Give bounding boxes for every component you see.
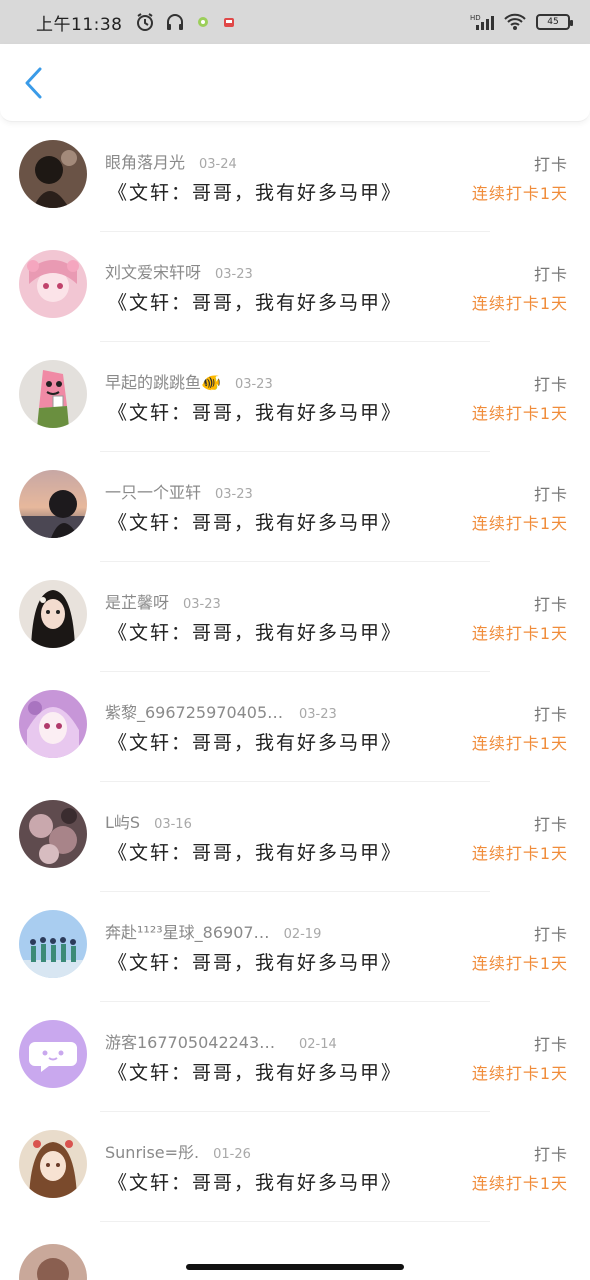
- checkin-label: 打卡: [533, 1145, 568, 1164]
- alarm-icon: [135, 12, 155, 32]
- avatar[interactable]: [19, 800, 87, 868]
- username[interactable]: 紫黎_6967259704057…: [105, 699, 285, 723]
- avatar[interactable]: [19, 470, 87, 538]
- book-title[interactable]: 《文轩：哥哥，我有好多马甲》: [108, 948, 402, 975]
- item-meta: 是芷馨呀 03-23: [105, 589, 221, 613]
- date: 03-23: [215, 487, 253, 502]
- streak-label: 连续打卡1天: [471, 734, 568, 753]
- back-button[interactable]: [16, 66, 50, 100]
- status-icons-left: [135, 12, 237, 32]
- avatar[interactable]: [19, 910, 87, 978]
- item-meta: 刘文爱宋轩呀 03-23: [105, 259, 253, 283]
- wifi-icon: [504, 13, 526, 31]
- streak-label: 连续打卡1天: [471, 184, 568, 203]
- avatar[interactable]: [19, 1020, 87, 1088]
- app-header: [0, 44, 590, 122]
- checkin-label: 打卡: [533, 1035, 568, 1054]
- checkin-label: 打卡: [533, 815, 568, 834]
- item-meta: 早起的跳跳鱼🐠 03-23: [105, 369, 273, 393]
- hd-signal-icon: HD: [470, 13, 494, 31]
- list-item[interactable]: 一只一个亚轩 03-23 《文轩：哥哥，我有好多马甲》 打卡 连续打卡1天: [0, 452, 590, 562]
- item-meta: L屿S 03-16: [105, 809, 192, 833]
- list-item[interactable]: 奔赴¹¹²³星球_86907… 02-19 《文轩：哥哥，我有好多马甲》 打卡 …: [0, 892, 590, 1002]
- list-item[interactable]: 游客1677050422439942u 02-14 《文轩：哥哥，我有好多马甲》…: [0, 1002, 590, 1112]
- list-item[interactable]: Sunrise=彤. 01-26 《文轩：哥哥，我有好多马甲》 打卡 连续打卡1…: [0, 1112, 590, 1222]
- headphones-icon: [165, 12, 185, 32]
- checkin-label: 打卡: [533, 375, 568, 394]
- username[interactable]: 一只一个亚轩: [105, 479, 201, 503]
- list-item[interactable]: 早起的跳跳鱼🐠 03-23 《文轩：哥哥，我有好多马甲》 打卡 连续打卡1天: [0, 342, 590, 452]
- book-title[interactable]: 《文轩：哥哥，我有好多马甲》: [108, 1058, 402, 1085]
- avatar[interactable]: [19, 360, 87, 428]
- avatar[interactable]: [19, 1130, 87, 1198]
- date: 03-23: [234, 377, 273, 392]
- date: 03-16: [154, 817, 192, 832]
- streak-label: 连续打卡1天: [471, 954, 568, 973]
- checkin-label: 打卡: [533, 595, 568, 614]
- checkin-list: 眼角落月光 03-24 《文轩：哥哥，我有好多马甲》 打卡 连续打卡1天 刘文爱…: [0, 122, 590, 1222]
- checkin-label: 打卡: [533, 265, 568, 284]
- username[interactable]: 早起的跳跳鱼🐠: [105, 369, 221, 393]
- date: 02-14: [299, 1037, 337, 1052]
- list-item[interactable]: 紫黎_6967259704057… 03-23 《文轩：哥哥，我有好多马甲》 打…: [0, 672, 590, 782]
- date: 01-26: [213, 1147, 251, 1162]
- date: 03-23: [299, 707, 337, 722]
- item-meta: 奔赴¹¹²³星球_86907… 02-19: [105, 919, 321, 943]
- streak-label: 连续打卡1天: [471, 844, 568, 863]
- status-time: 上午11:38: [36, 14, 123, 35]
- checkin-label: 打卡: [533, 485, 568, 504]
- book-title[interactable]: 《文轩：哥哥，我有好多马甲》: [108, 398, 402, 425]
- list-item[interactable]: 刘文爱宋轩呀 03-23 《文轩：哥哥，我有好多马甲》 打卡 连续打卡1天: [0, 232, 590, 342]
- username[interactable]: 奔赴¹¹²³星球_86907…: [105, 919, 270, 943]
- avatar[interactable]: [19, 250, 87, 318]
- home-indicator[interactable]: [186, 1264, 404, 1270]
- book-title[interactable]: 《文轩：哥哥，我有好多马甲》: [108, 728, 402, 755]
- book-title[interactable]: 《文轩：哥哥，我有好多马甲》: [108, 508, 402, 535]
- date: 03-23: [183, 597, 221, 612]
- svg-text:HD: HD: [470, 14, 481, 22]
- book-title[interactable]: 《文轩：哥哥，我有好多马甲》: [108, 178, 402, 205]
- avatar[interactable]: [19, 1244, 87, 1280]
- username[interactable]: 游客1677050422439942u: [105, 1029, 285, 1053]
- item-meta: 一只一个亚轩 03-23: [105, 479, 253, 503]
- checkin-label: 打卡: [533, 705, 568, 724]
- book-title[interactable]: 《文轩：哥哥，我有好多马甲》: [108, 838, 402, 865]
- divider: [100, 1221, 490, 1222]
- streak-label: 连续打卡1天: [471, 294, 568, 313]
- streak-label: 连续打卡1天: [471, 1064, 568, 1083]
- username[interactable]: L屿S: [105, 809, 140, 833]
- book-title[interactable]: 《文轩：哥哥，我有好多马甲》: [108, 288, 402, 315]
- username[interactable]: 刘文爱宋轩呀: [105, 259, 201, 283]
- streak-label: 连续打卡1天: [471, 404, 568, 423]
- book-title[interactable]: 《文轩：哥哥，我有好多马甲》: [108, 618, 402, 645]
- app-icon: [195, 14, 211, 30]
- username[interactable]: Sunrise=彤.: [105, 1139, 199, 1163]
- item-meta: Sunrise=彤. 01-26: [105, 1139, 251, 1163]
- list-item[interactable]: 眼角落月光 03-24 《文轩：哥哥，我有好多马甲》 打卡 连续打卡1天: [0, 122, 590, 232]
- item-meta: 眼角落月光 03-24: [105, 149, 237, 173]
- checkin-label: 打卡: [533, 925, 568, 944]
- date: 02-19: [283, 927, 322, 942]
- avatar[interactable]: [19, 580, 87, 648]
- chevron-left-icon: [25, 67, 42, 99]
- date: 03-23: [215, 267, 253, 282]
- list-item[interactable]: 是芷馨呀 03-23 《文轩：哥哥，我有好多马甲》 打卡 连续打卡1天: [0, 562, 590, 672]
- checkin-label: 打卡: [533, 155, 568, 174]
- status-right: HD 45: [470, 13, 573, 31]
- streak-label: 连续打卡1天: [471, 514, 568, 533]
- battery-icon: 45: [536, 14, 573, 30]
- streak-label: 连续打卡1天: [471, 624, 568, 643]
- avatar[interactable]: [19, 690, 87, 758]
- username[interactable]: 眼角落月光: [105, 149, 185, 173]
- streak-label: 连续打卡1天: [471, 1174, 568, 1193]
- app-icon-2: [221, 14, 237, 30]
- item-meta: 游客1677050422439942u 02-14: [105, 1029, 337, 1053]
- list-item[interactable]: L屿S 03-16 《文轩：哥哥，我有好多马甲》 打卡 连续打卡1天: [0, 782, 590, 892]
- status-bar: 上午11:38 HD 45: [0, 0, 590, 44]
- book-title[interactable]: 《文轩：哥哥，我有好多马甲》: [108, 1168, 402, 1195]
- username[interactable]: 是芷馨呀: [105, 589, 169, 613]
- item-meta: 紫黎_6967259704057… 03-23: [105, 699, 337, 723]
- date: 03-24: [199, 157, 237, 172]
- avatar[interactable]: [19, 140, 87, 208]
